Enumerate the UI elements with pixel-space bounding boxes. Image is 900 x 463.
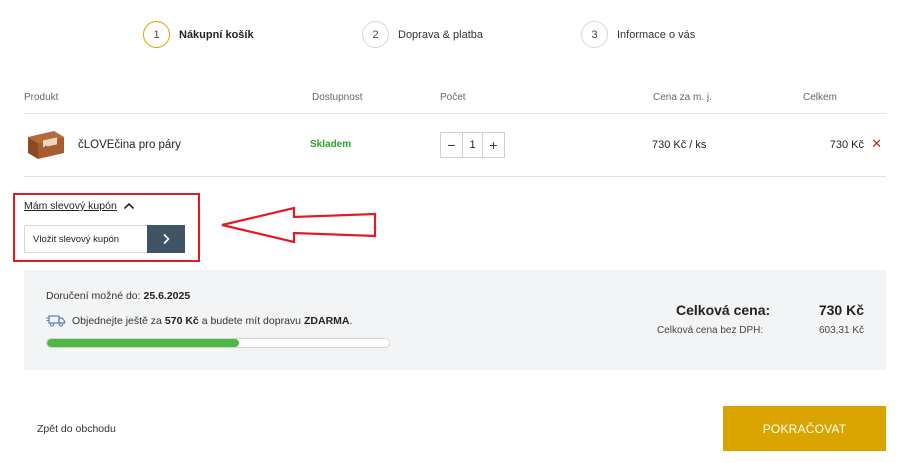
price-without-vat-label: Celková cena bez DPH:: [657, 325, 764, 336]
header-quantity: Počet: [440, 92, 466, 103]
delivery-info: Doručení možné do: 25.6.2025: [46, 290, 190, 302]
header-product: Produkt: [24, 92, 59, 103]
free-shipping-progress-bar: [46, 338, 390, 348]
free-shipping-mid: a budete mít dopravu: [201, 314, 301, 327]
cart-table-header: Produkt Dostupnost Počet Cena za m. j. C…: [24, 90, 886, 114]
step-shipping-payment[interactable]: 2 Doprava & platba: [362, 21, 483, 48]
cart-item-row: čLOVEčina pro páry Skladem − 1 + 730 Kč …: [24, 114, 886, 177]
quantity-value[interactable]: 1: [462, 133, 483, 157]
header-availability: Dostupnost: [312, 92, 363, 103]
chevron-up-icon: [123, 202, 134, 210]
free-shipping-info: Objednejte ještě za 570 Kč a budete mít …: [46, 314, 352, 327]
header-unit-price: Cena za m. j.: [653, 92, 712, 103]
step-label: Nákupní košík: [179, 28, 254, 41]
coupon-toggle-label: Mám slevový kupón: [24, 200, 117, 212]
total-price-label: Celková cena:: [676, 302, 771, 318]
coupon-input[interactable]: Vložit slevový kupón: [24, 225, 147, 253]
increase-quantity-button[interactable]: +: [483, 133, 504, 157]
step-cart[interactable]: 1 Nákupní košík: [143, 21, 254, 48]
free-shipping-pre: Objednejte ještě za: [72, 314, 162, 327]
product-name[interactable]: čLOVEčina pro páry: [78, 139, 181, 151]
step-number: 2: [362, 21, 389, 48]
step-number: 3: [581, 21, 608, 48]
unit-price: 730 Kč / ks: [652, 139, 707, 151]
coupon-toggle[interactable]: Mám slevový kupón: [24, 200, 135, 212]
product-image[interactable]: [26, 129, 66, 161]
price-without-vat-value: 603,31 Kč: [818, 325, 864, 336]
truck-icon: [46, 315, 66, 327]
remove-item-icon[interactable]: ✕: [871, 136, 882, 152]
quantity-stepper: − 1 +: [440, 132, 505, 158]
free-shipping-amount: 570 Kč: [164, 314, 199, 327]
item-total-price: 730 Kč: [829, 139, 864, 151]
step-label: Informace o vás: [617, 28, 696, 41]
continue-button[interactable]: POKRAČOVAT: [723, 406, 886, 451]
checkout-steps: 1 Nákupní košík 2 Doprava & platba 3 Inf…: [0, 21, 900, 49]
step-customer-info[interactable]: 3 Informace o vás: [581, 21, 695, 48]
decrease-quantity-button[interactable]: −: [441, 133, 462, 157]
order-summary: Doručení možné do: 25.6.2025 Objednejte …: [24, 270, 886, 370]
back-to-shop-link[interactable]: Zpět do obchodu: [37, 423, 116, 435]
free-shipping-post: .: [349, 314, 353, 327]
step-number: 1: [143, 21, 170, 48]
availability-status: Skladem: [310, 139, 352, 150]
coupon-submit-button[interactable]: [147, 225, 185, 253]
annotation-arrow-icon: [221, 206, 377, 244]
step-label: Doprava & platba: [398, 28, 483, 41]
total-price-value: 730 Kč: [818, 302, 864, 318]
free-shipping-free: ZDARMA: [304, 314, 350, 327]
header-total: Celkem: [803, 92, 837, 103]
delivery-label: Doručení možné do:: [46, 290, 141, 302]
progress-fill: [47, 339, 239, 347]
delivery-date: 25.6.2025: [143, 290, 191, 302]
chevron-right-icon: [163, 233, 170, 245]
